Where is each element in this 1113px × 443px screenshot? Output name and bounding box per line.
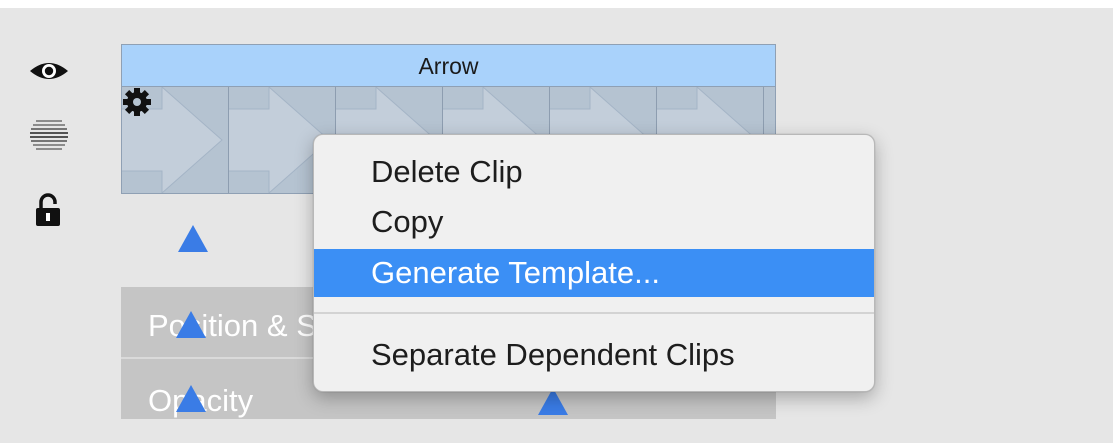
menu-separator <box>314 312 874 314</box>
eye-icon[interactable] <box>28 60 70 82</box>
keyframe-marker[interactable] <box>178 225 208 252</box>
context-menu: Delete Clip Copy Generate Template... Se… <box>313 134 875 392</box>
lock-open-icon[interactable] <box>34 193 62 227</box>
keyframe-marker[interactable] <box>538 388 568 415</box>
clip-title: Arrow <box>122 45 775 87</box>
panel-top-edge <box>0 0 1113 8</box>
menu-item-generate-template[interactable]: Generate Template... <box>314 249 874 297</box>
keyframe-marker[interactable] <box>176 311 206 338</box>
menu-item-delete-clip[interactable]: Delete Clip <box>314 150 874 194</box>
waveform-icon[interactable] <box>28 119 70 153</box>
filmstrip-frame <box>122 87 229 193</box>
menu-item-copy[interactable]: Copy <box>314 200 874 244</box>
menu-item-separate-dependent-clips[interactable]: Separate Dependent Clips <box>314 333 874 377</box>
gear-icon[interactable] <box>122 87 152 117</box>
keyframe-marker[interactable] <box>176 385 206 412</box>
